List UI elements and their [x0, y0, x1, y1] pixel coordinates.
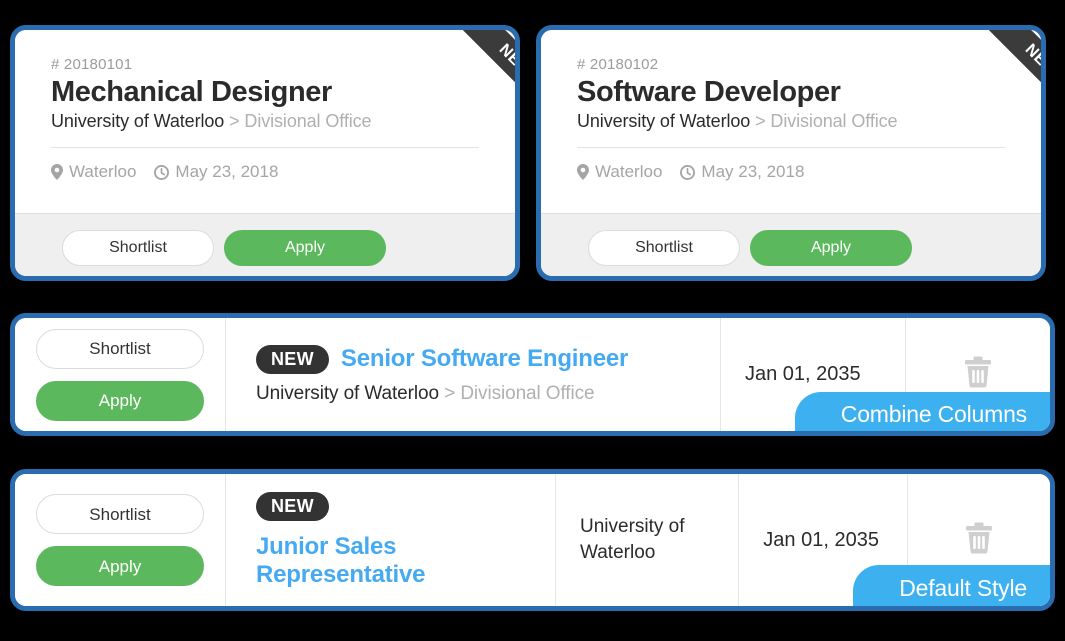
shortlist-button[interactable]: Shortlist	[36, 328, 204, 369]
row-organization-column: University of Waterloo	[555, 474, 738, 606]
row-job-column: NEW Junior Sales Representative	[225, 474, 555, 606]
breadcrumb-organization: University of Waterloo	[51, 111, 225, 132]
row-breadcrumb: University of Waterloo > Divisional Offi…	[256, 383, 698, 405]
row-job-title-line: NEW Junior Sales Representative	[256, 491, 533, 588]
job-id: # 20180102	[577, 56, 659, 73]
job-location: Waterloo	[577, 162, 662, 182]
job-card-software-developer[interactable]: # 20180102 Software Developer University…	[536, 25, 1046, 281]
clock-icon	[154, 164, 170, 180]
breadcrumb-department: Divisional Office	[460, 382, 595, 404]
breadcrumb-organization: University of Waterloo	[256, 382, 439, 404]
row-organization-text: University of Waterloo	[580, 516, 685, 563]
row-date-text: Jan 01, 2035	[745, 363, 861, 385]
job-date: May 23, 2018	[154, 162, 278, 182]
map-pin-icon	[51, 164, 63, 181]
breadcrumb-department: Divisional Office	[770, 111, 898, 132]
trash-icon[interactable]	[962, 354, 994, 395]
job-card-mechanical-designer[interactable]: # 20180101 Mechanical Designer Universit…	[10, 25, 520, 281]
trash-icon[interactable]	[963, 520, 995, 561]
job-title-link[interactable]: Senior Software Engineer	[341, 345, 628, 373]
apply-button[interactable]: Apply	[36, 546, 204, 586]
job-card-body: # 20180102 Software Developer University…	[541, 30, 1041, 213]
job-row-inner: Shortlist Apply NEW Junior Sales Represe…	[15, 474, 1050, 606]
job-row-default-style[interactable]: Shortlist Apply NEW Junior Sales Represe…	[10, 469, 1055, 611]
divider	[51, 147, 479, 149]
job-meta: Waterloo May 23, 2018	[51, 162, 479, 182]
shortlist-button[interactable]: Shortlist	[62, 229, 214, 266]
breadcrumb-separator: >	[229, 111, 240, 132]
shortlist-button[interactable]: Shortlist	[588, 229, 740, 266]
style-tab-badge[interactable]: Default Style	[853, 565, 1050, 606]
job-date-text: May 23, 2018	[701, 162, 805, 182]
page-root: # 20180101 Mechanical Designer Universit…	[0, 0, 1065, 641]
row-date-text: Jan 01, 2035	[763, 528, 879, 551]
breadcrumb-separator: >	[444, 382, 456, 404]
style-tab-badge[interactable]: Combine Columns	[794, 392, 1050, 431]
shortlist-button[interactable]: Shortlist	[36, 494, 204, 534]
job-title: Software Developer	[577, 76, 841, 108]
job-id: # 20180101	[51, 56, 133, 73]
new-badge: NEW	[256, 491, 329, 521]
row-actions-column: Shortlist Apply	[15, 318, 225, 431]
job-card-footer: Shortlist Apply	[541, 213, 1041, 276]
job-row-inner: Shortlist Apply NEW Senior Software Engi…	[15, 318, 1050, 431]
job-row-combine-columns[interactable]: Shortlist Apply NEW Senior Software Engi…	[10, 313, 1055, 436]
job-title-link[interactable]: Junior Sales Representative	[256, 533, 533, 588]
job-meta: Waterloo May 23, 2018	[577, 162, 1005, 182]
clock-icon	[680, 164, 696, 180]
job-breadcrumb: University of Waterloo > Divisional Offi…	[51, 111, 479, 132]
job-title: Mechanical Designer	[51, 76, 332, 108]
job-breadcrumb: University of Waterloo > Divisional Offi…	[577, 111, 1005, 132]
row-actions-column: Shortlist Apply	[15, 474, 225, 606]
breadcrumb-department: Divisional Office	[244, 111, 372, 132]
row-job-title-line: NEW Senior Software Engineer	[256, 344, 698, 374]
job-location-text: Waterloo	[69, 162, 137, 182]
apply-button[interactable]: Apply	[224, 229, 386, 266]
job-card-body: # 20180101 Mechanical Designer Universit…	[15, 30, 515, 213]
breadcrumb-organization: University of Waterloo	[577, 111, 751, 132]
map-pin-icon	[577, 164, 589, 181]
job-location: Waterloo	[51, 162, 136, 182]
new-badge: NEW	[256, 344, 329, 374]
divider	[577, 147, 1005, 149]
job-location-text: Waterloo	[595, 162, 663, 182]
breadcrumb-separator: >	[755, 111, 766, 132]
apply-button[interactable]: Apply	[750, 229, 912, 266]
row-job-column: NEW Senior Software Engineer University …	[225, 318, 720, 431]
job-date-text: May 23, 2018	[175, 162, 279, 182]
job-card-footer: Shortlist Apply	[15, 213, 515, 276]
apply-button[interactable]: Apply	[36, 380, 204, 421]
job-date: May 23, 2018	[680, 162, 804, 182]
